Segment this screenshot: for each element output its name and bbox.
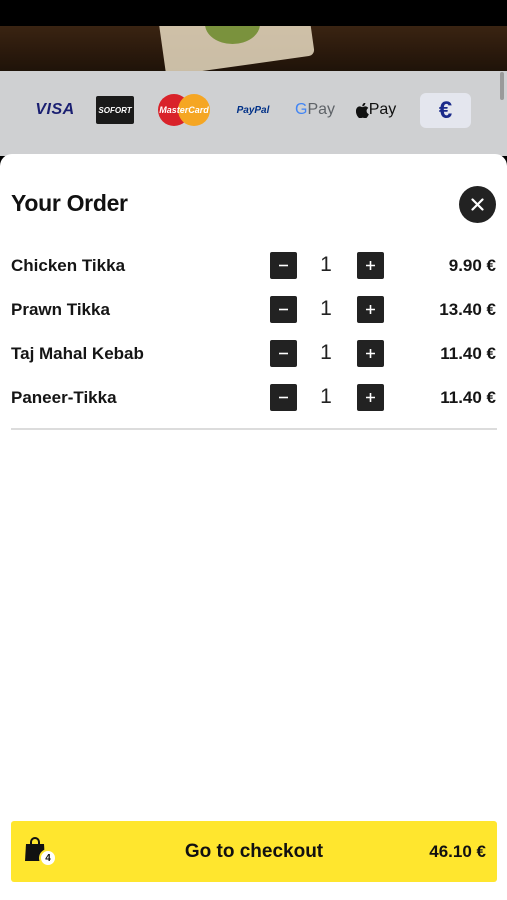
item-name: Paneer-Tikka [11, 388, 117, 407]
sofort-logo: SOFORT [96, 96, 134, 124]
google-pay-logo: G Pay [295, 98, 335, 122]
item-quantity: 1 [320, 253, 332, 276]
checkout-total: 46.10 € [429, 842, 486, 861]
item-quantity: 1 [320, 297, 332, 320]
increase-quantity-button[interactable] [357, 340, 384, 367]
close-icon [471, 198, 484, 211]
item-name: Chicken Tikka [11, 256, 126, 275]
item-price: 13.40 € [439, 300, 496, 319]
plus-icon [366, 349, 375, 358]
minus-icon [279, 352, 288, 355]
item-name: Prawn Tikka [11, 300, 110, 319]
divider [11, 428, 497, 430]
plus-icon [366, 393, 375, 402]
item-price: 9.90 € [448, 256, 496, 275]
minus-icon [279, 264, 288, 267]
item-quantity: 1 [320, 341, 332, 364]
google-pay-text: Pay [307, 101, 336, 118]
order-title: Your Order [11, 190, 128, 216]
apple-pay-text: Pay [368, 101, 397, 118]
increase-quantity-button[interactable] [357, 252, 384, 279]
order-item-row: Taj Mahal Kebab 1 11.40 € [0, 338, 507, 368]
item-quantity: 1 [320, 385, 332, 408]
checkout-label: Go to checkout [184, 841, 324, 862]
hero-image [0, 26, 507, 71]
decrease-quantity-button[interactable] [270, 340, 297, 367]
increase-quantity-button[interactable] [357, 296, 384, 323]
checkout-button[interactable]: 4 Go to checkout 46.10 € [11, 821, 497, 882]
order-item-row: Prawn Tikka 1 13.40 € [0, 294, 507, 324]
paypal-logo: PayPal [236, 104, 270, 116]
minus-icon [279, 308, 288, 311]
apple-pay-logo: Pay [355, 98, 397, 122]
order-item-row: Paneer-Tikka 1 11.40 € [0, 382, 507, 412]
visa-logo: VISA [35, 101, 75, 118]
item-price: 11.40 € [440, 344, 496, 363]
close-button[interactable] [459, 186, 496, 223]
decrease-quantity-button[interactable] [270, 384, 297, 411]
google-g-letter: G [294, 101, 308, 118]
mastercard-logo-text: MasterCard [159, 105, 209, 115]
mastercard-logo: MasterCard [158, 94, 210, 126]
item-name: Taj Mahal Kebab [11, 344, 144, 363]
item-price: 11.40 € [440, 388, 496, 407]
decrease-quantity-button[interactable] [270, 252, 297, 279]
increase-quantity-button[interactable] [357, 384, 384, 411]
currency-button[interactable]: € [420, 93, 471, 128]
apple-icon [355, 102, 369, 118]
scrollbar-thumb[interactable] [500, 72, 504, 100]
plus-icon [366, 261, 375, 270]
minus-icon [279, 396, 288, 399]
order-item-row: Chicken Tikka 1 9.90 € [0, 250, 507, 280]
plus-icon [366, 305, 375, 314]
decrease-quantity-button[interactable] [270, 296, 297, 323]
status-bar [0, 0, 507, 26]
